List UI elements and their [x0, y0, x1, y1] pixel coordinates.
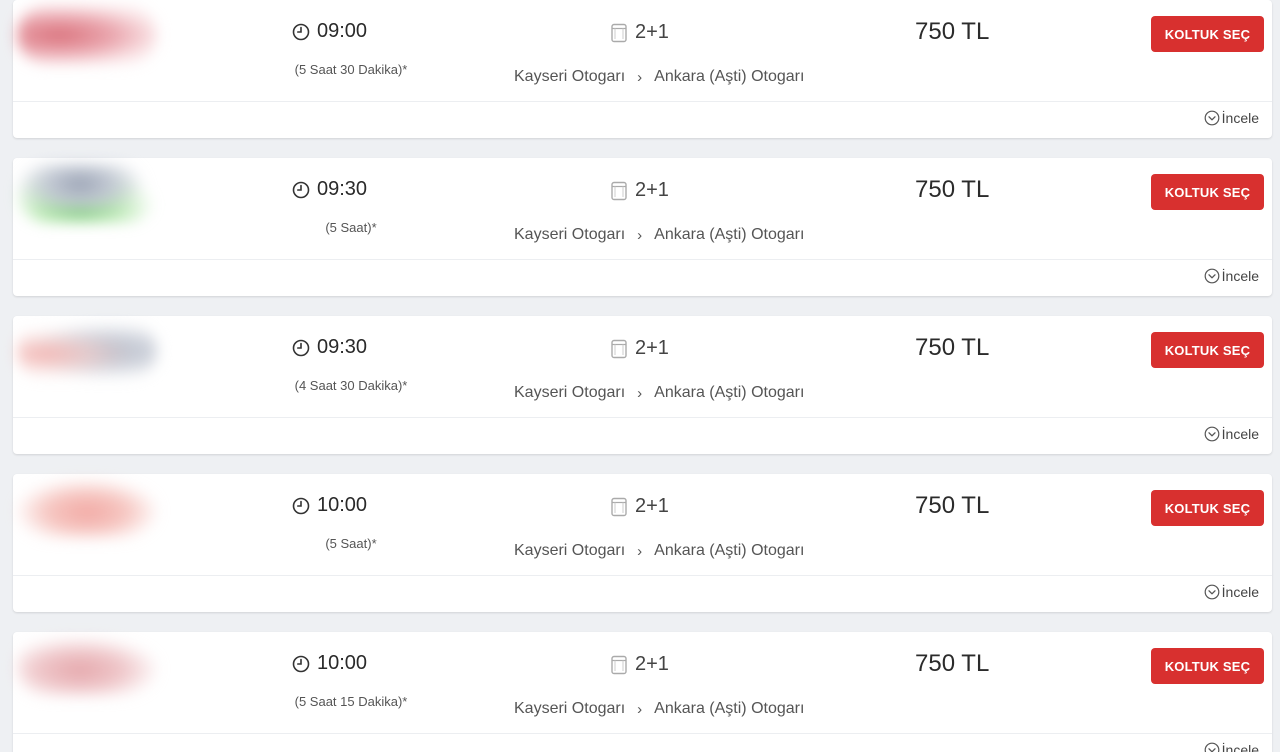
- route: Kayseri Otogarı › Ankara (Aşti) Otogarı: [514, 700, 804, 718]
- time-text: 09:30: [317, 178, 368, 200]
- departure-time: 09:30: [292, 336, 367, 359]
- company-logo: [17, 6, 157, 64]
- clock-icon: [292, 181, 310, 198]
- details-label: İncele: [1221, 742, 1259, 752]
- clock-icon: [292, 23, 310, 40]
- seat-layout: 2+1: [610, 179, 669, 202]
- chevron-circle-down-icon: [1204, 742, 1220, 752]
- route-separator: ›: [637, 68, 643, 86]
- route-destination: Ankara (Aşti) Otogarı: [654, 542, 805, 559]
- trip-list: 09:00 (5 Saat 30 Dakika)* 2+1 Kayseri Ot…: [0, 0, 1280, 752]
- details-link[interactable]: İncele: [1204, 268, 1259, 284]
- departure-time: 10:00: [292, 652, 367, 675]
- trip-card: 09:30 (5 Saat)* 2+1 Kayseri Otogarı › An…: [13, 158, 1272, 296]
- seat-layout-text: 2+1: [635, 337, 669, 359]
- route-origin: Kayseri Otogarı: [514, 384, 626, 401]
- route-separator: ›: [637, 542, 643, 560]
- time-text: 10:00: [317, 494, 368, 516]
- route-destination: Ankara (Aşti) Otogarı: [654, 226, 805, 243]
- select-seat-button[interactable]: KOLTUK SEÇ: [1151, 174, 1264, 210]
- departure-time: 09:30: [292, 178, 367, 201]
- select-seat-button[interactable]: KOLTUK SEÇ: [1151, 332, 1264, 368]
- chevron-circle-down-icon: [1204, 584, 1220, 600]
- time-text: 09:00: [317, 20, 368, 42]
- trip-duration: (5 Saat)*: [325, 536, 377, 551]
- details-label: İncele: [1221, 110, 1259, 126]
- trip-card: 09:30 (4 Saat 30 Dakika)* 2+1 Kayseri Ot…: [13, 316, 1272, 454]
- chevron-circle-down-icon: [1204, 426, 1220, 442]
- company-logo: [17, 322, 157, 380]
- route-destination: Ankara (Aşti) Otogarı: [654, 384, 805, 401]
- trip-card: 09:00 (5 Saat 30 Dakika)* 2+1 Kayseri Ot…: [13, 0, 1272, 138]
- clock-icon: [292, 497, 310, 514]
- card-divider: [13, 733, 1272, 734]
- route-origin: Kayseri Otogarı: [514, 700, 626, 717]
- route: Kayseri Otogarı › Ankara (Aşti) Otogarı: [514, 226, 804, 244]
- seat-icon: [611, 655, 627, 674]
- details-link[interactable]: İncele: [1204, 426, 1259, 442]
- card-divider: [13, 575, 1272, 576]
- route-origin: Kayseri Otogarı: [514, 68, 626, 85]
- details-link[interactable]: İncele: [1204, 110, 1259, 126]
- trip-price: 750 TL: [915, 18, 990, 45]
- clock-icon: [292, 655, 310, 672]
- trip-price: 750 TL: [915, 334, 990, 361]
- trip-duration: (5 Saat)*: [325, 220, 377, 235]
- company-logo: [17, 164, 157, 222]
- seat-layout-text: 2+1: [635, 21, 669, 43]
- trip-duration: (4 Saat 30 Dakika)*: [294, 378, 408, 393]
- trip-price: 750 TL: [915, 492, 990, 519]
- seat-icon: [611, 181, 627, 200]
- select-seat-button[interactable]: KOLTUK SEÇ: [1151, 648, 1264, 684]
- details-label: İncele: [1221, 268, 1259, 284]
- clock-icon: [292, 339, 310, 356]
- route-origin: Kayseri Otogarı: [514, 226, 626, 243]
- details-link[interactable]: İncele: [1204, 584, 1259, 600]
- details-label: İncele: [1221, 584, 1259, 600]
- card-divider: [13, 417, 1272, 418]
- seat-layout: 2+1: [610, 495, 669, 518]
- card-divider: [13, 259, 1272, 260]
- chevron-circle-down-icon: [1204, 268, 1220, 284]
- route-destination: Ankara (Aşti) Otogarı: [654, 68, 805, 85]
- seat-icon: [611, 339, 627, 358]
- route-separator: ›: [637, 384, 643, 402]
- seat-layout: 2+1: [610, 337, 669, 360]
- time-text: 10:00: [317, 652, 368, 674]
- route-separator: ›: [637, 226, 643, 244]
- trip-price: 750 TL: [915, 650, 990, 677]
- route: Kayseri Otogarı › Ankara (Aşti) Otogarı: [514, 68, 804, 86]
- route-origin: Kayseri Otogarı: [514, 542, 626, 559]
- trip-duration: (5 Saat 15 Dakika)*: [294, 694, 408, 709]
- route: Kayseri Otogarı › Ankara (Aşti) Otogarı: [514, 542, 804, 560]
- details-label: İncele: [1221, 426, 1259, 442]
- seat-layout: 2+1: [610, 21, 669, 44]
- departure-time: 10:00: [292, 494, 367, 517]
- route-destination: Ankara (Aşti) Otogarı: [654, 700, 805, 717]
- company-logo: [17, 480, 157, 538]
- seat-layout-text: 2+1: [635, 495, 669, 517]
- select-seat-button[interactable]: KOLTUK SEÇ: [1151, 16, 1264, 52]
- trip-price: 750 TL: [915, 176, 990, 203]
- trip-card: 10:00 (5 Saat)* 2+1 Kayseri Otogarı › An…: [13, 474, 1272, 612]
- company-logo: [17, 638, 157, 696]
- seat-layout-text: 2+1: [635, 653, 669, 675]
- route: Kayseri Otogarı › Ankara (Aşti) Otogarı: [514, 384, 804, 402]
- departure-time: 09:00: [292, 20, 367, 43]
- details-link[interactable]: İncele: [1204, 742, 1259, 752]
- trip-duration: (5 Saat 30 Dakika)*: [294, 62, 408, 77]
- seat-icon: [611, 497, 627, 516]
- trip-card: 10:00 (5 Saat 15 Dakika)* 2+1 Kayseri Ot…: [13, 632, 1272, 752]
- seat-layout-text: 2+1: [635, 179, 669, 201]
- time-text: 09:30: [317, 336, 368, 358]
- route-separator: ›: [637, 700, 643, 718]
- seat-icon: [611, 23, 627, 42]
- seat-layout: 2+1: [610, 653, 669, 676]
- select-seat-button[interactable]: KOLTUK SEÇ: [1151, 490, 1264, 526]
- card-divider: [13, 101, 1272, 102]
- chevron-circle-down-icon: [1204, 110, 1220, 126]
